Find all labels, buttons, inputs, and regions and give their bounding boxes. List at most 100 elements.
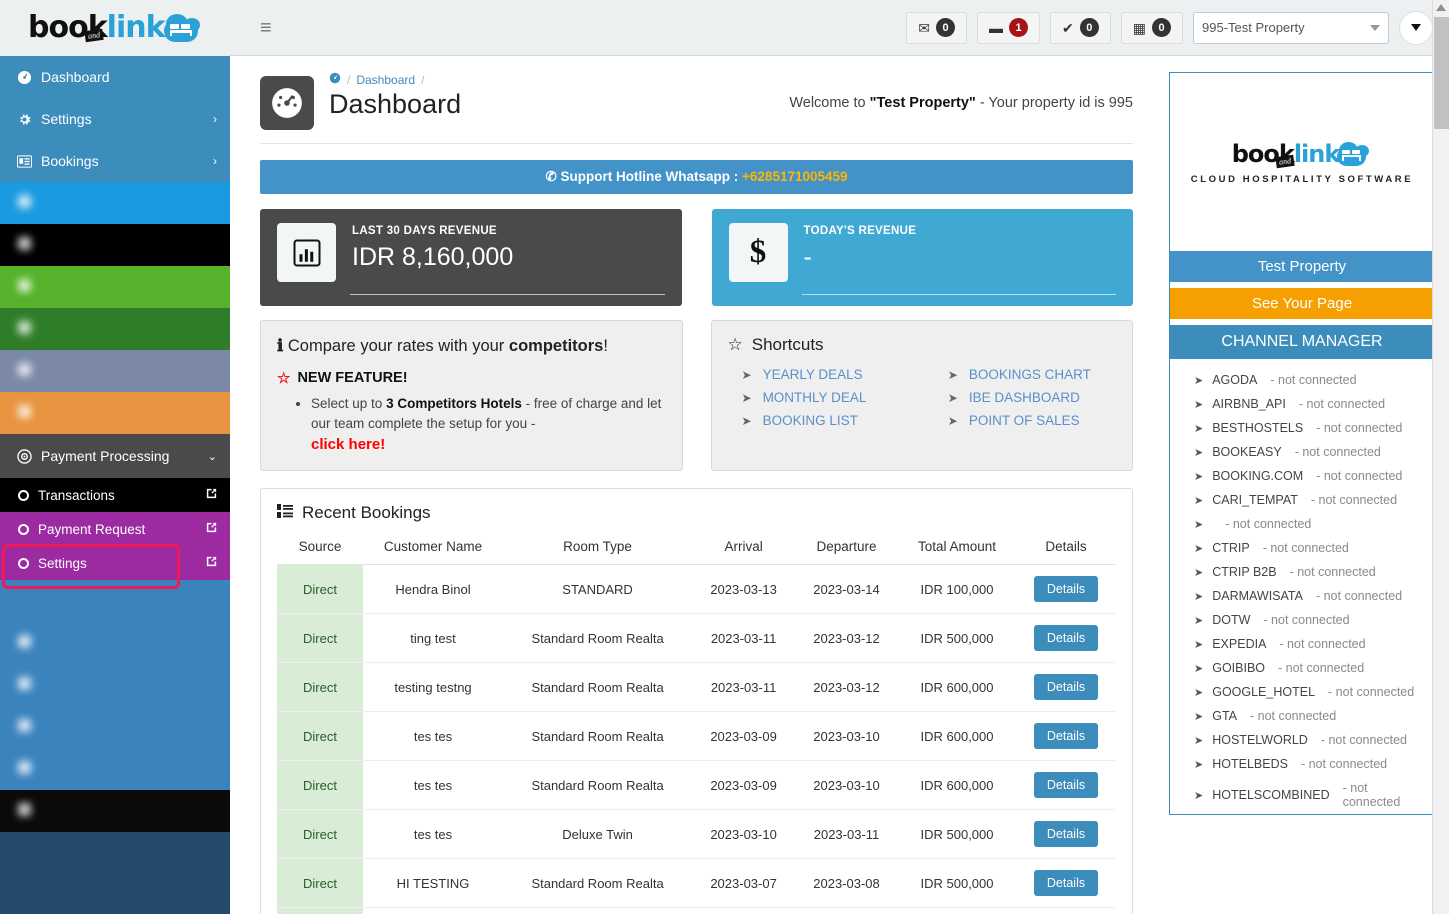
list-item[interactable]: ➤ GOIBIBO - not connected [1170, 656, 1434, 680]
list-item[interactable]: ➤ CTRIP B2B - not connected [1170, 560, 1434, 584]
list-item[interactable]: ➤ BOOKING.COM - not connected [1170, 464, 1434, 488]
sidebar-item-payment-request[interactable]: Payment Request [0, 512, 230, 546]
shortcut-booking-list[interactable]: ➤ BOOKING LIST [728, 411, 910, 430]
cell-source: Direct [277, 809, 363, 860]
cell-amount: IDR 600,000 [897, 760, 1017, 811]
list-item[interactable]: ➤ HOTELSCOMBINED - not connected [1170, 776, 1434, 814]
calendar-button[interactable]: ▦ 0 [1120, 11, 1183, 44]
sidebar-blurred-item[interactable] [0, 392, 230, 434]
channel-name: GTA [1212, 709, 1237, 723]
arrow-right-icon: ➤ [1194, 374, 1204, 387]
details-button[interactable]: Details [1033, 870, 1099, 897]
sidebar-item-bookings[interactable]: Bookings › [0, 140, 230, 182]
shortcut-monthly-deal[interactable]: ➤ MONTHLY DEAL [728, 388, 910, 407]
list-item[interactable]: ➤ HOTELBEDS - not connected [1170, 752, 1434, 776]
details-button[interactable]: Details [1033, 625, 1099, 652]
page-scrollbar[interactable] [1432, 0, 1449, 914]
competitors-title-bold: competitors [508, 337, 604, 355]
messages-button[interactable]: ✉ 0 [906, 11, 968, 44]
list-item[interactable]: ➤ AIRBNB_API - not connected [1170, 392, 1434, 416]
scroll-up-arrow-icon[interactable] [1436, 4, 1446, 11]
click-here-link[interactable]: click here! [311, 434, 666, 456]
cell-amount: IDR 500,000 [897, 858, 1017, 909]
list-item[interactable]: ➤ DARMAWISATA - not connected [1170, 584, 1434, 608]
shortcut-label: POINT OF SALES [968, 413, 1080, 428]
cell-customer: HI TESTING [363, 858, 503, 909]
sidebar-blurred-item[interactable] [0, 350, 230, 392]
cell-amount: IDR 600,000 [897, 711, 1017, 762]
arrow-right-icon: ➤ [1194, 518, 1204, 531]
details-button[interactable]: Details [1033, 674, 1099, 701]
sidebar-item-dashboard[interactable]: Dashboard [0, 56, 230, 98]
table-row: Direct tes tes Deluxe Twin 2023-03-10 20… [277, 809, 1116, 860]
sidebar-blurred-item[interactable] [0, 266, 230, 308]
sidebar-item-settings[interactable]: Settings › [0, 98, 230, 140]
see-your-page-button[interactable]: See Your Page [1170, 288, 1434, 319]
channel-status: - not connected [1342, 781, 1401, 809]
details-button[interactable]: Details [1033, 723, 1099, 750]
cell-departure: 2023-03-08 [795, 907, 898, 914]
breadcrumb-item-dashboard[interactable]: Dashboard [356, 73, 415, 87]
shortcut-yearly-deals[interactable]: ➤ YEARLY DEALS [728, 365, 910, 384]
sidebar-label-bookings: Bookings [41, 153, 99, 169]
arrow-right-icon: ➤ [1194, 638, 1204, 651]
dashboard-page-icon [260, 76, 314, 130]
sidebar-blurred-item[interactable] [0, 182, 230, 224]
list-item[interactable]: ➤ CARI_TEMPAT - not connected [1170, 488, 1434, 512]
sidebar-blurred-item[interactable] [0, 224, 230, 266]
sidebar-item-payment-settings[interactable]: Settings [0, 546, 230, 580]
new-feature-label: ☆ NEW FEATURE! [277, 369, 666, 387]
channel-status: - not connected [1310, 493, 1398, 507]
table-header-row: Source Customer Name Room Type Arrival D… [277, 529, 1116, 566]
cell-source: Direct [277, 711, 363, 762]
details-button[interactable]: Details [1033, 821, 1099, 848]
booklink-logo: book and link [28, 10, 204, 45]
shortcut-label: IBE DASHBOARD [968, 390, 1080, 405]
sidebar-blurred-item[interactable] [0, 790, 230, 832]
breadcrumb-home-icon[interactable] [329, 72, 341, 87]
list-item[interactable]: ➤ - not connected [1170, 512, 1434, 536]
property-name-bar[interactable]: Test Property [1170, 251, 1434, 282]
channel-status: - not connected [1250, 709, 1337, 723]
sidebar-item-transactions[interactable]: Transactions [0, 478, 230, 512]
scrollbar-thumb[interactable] [1434, 17, 1449, 129]
list-item[interactable]: ➤ EXPEDIA - not connected [1170, 632, 1434, 656]
shortcut-ibe-dashboard[interactable]: ➤ IBE DASHBOARD [934, 388, 1116, 407]
stat-divider [801, 294, 1116, 295]
hotline-number[interactable]: +6285171005459 [742, 169, 848, 184]
shortcuts-title: ☆ Shortcuts [728, 335, 1117, 355]
sidebar-blurred-item[interactable] [0, 664, 230, 706]
channel-status: - not connected [1316, 421, 1403, 435]
list-item[interactable]: ➤ DOTW - not connected [1170, 608, 1434, 632]
support-hotline-banner[interactable]: ✆ Support Hotline Whatsapp : +6285171005… [260, 160, 1133, 194]
list-item[interactable]: ➤ BESTHOSTELS - not connected [1170, 416, 1434, 440]
shortcut-point-of-sales[interactable]: ➤ POINT OF SALES [934, 411, 1116, 430]
cell-amount: IDR 500,000 [897, 809, 1017, 860]
sidebar-item-payment-processing[interactable]: Payment Processing ⌄ [0, 434, 230, 478]
cell-room: Deluxe Twin [503, 809, 693, 860]
list-item[interactable]: ➤ AGODA - not connected [1170, 368, 1434, 392]
property-select[interactable]: 995-Test Property [1193, 11, 1389, 44]
shortcut-label: BOOKINGS CHART [968, 367, 1091, 382]
column-header-arrival: Arrival [692, 529, 796, 566]
user-menu-button[interactable] [1399, 10, 1433, 45]
cell-departure: 2023-03-08 [795, 858, 898, 909]
brand-logo-area[interactable]: book and link [0, 0, 230, 56]
sidebar-blurred-item[interactable] [0, 308, 230, 350]
shortcut-bookings-chart[interactable]: ➤ BOOKINGS CHART [934, 365, 1116, 384]
tasks-button[interactable]: ✔ 0 [1050, 11, 1111, 44]
list-item[interactable]: ➤ GTA - not connected [1170, 704, 1434, 728]
messages-badge: 0 [936, 18, 956, 37]
list-item[interactable]: ➤ CTRIP - not connected [1170, 536, 1434, 560]
hamburger-menu-icon[interactable]: ≡ [260, 18, 272, 38]
alerts-button[interactable]: ▬ 1 [977, 11, 1041, 44]
list-item[interactable]: ➤ HOSTELWORLD - not connected [1170, 728, 1434, 752]
details-button[interactable]: Details [1033, 772, 1099, 799]
sidebar-blurred-item[interactable] [0, 580, 230, 622]
list-item[interactable]: ➤ GOOGLE_HOTEL - not connected [1170, 680, 1434, 704]
list-item[interactable]: ➤ BOOKEASY - not connected [1170, 440, 1434, 464]
sidebar-blurred-item[interactable] [0, 622, 230, 664]
sidebar-blurred-item[interactable] [0, 748, 230, 790]
details-button[interactable]: Details [1033, 576, 1099, 603]
sidebar-blurred-item[interactable] [0, 706, 230, 748]
